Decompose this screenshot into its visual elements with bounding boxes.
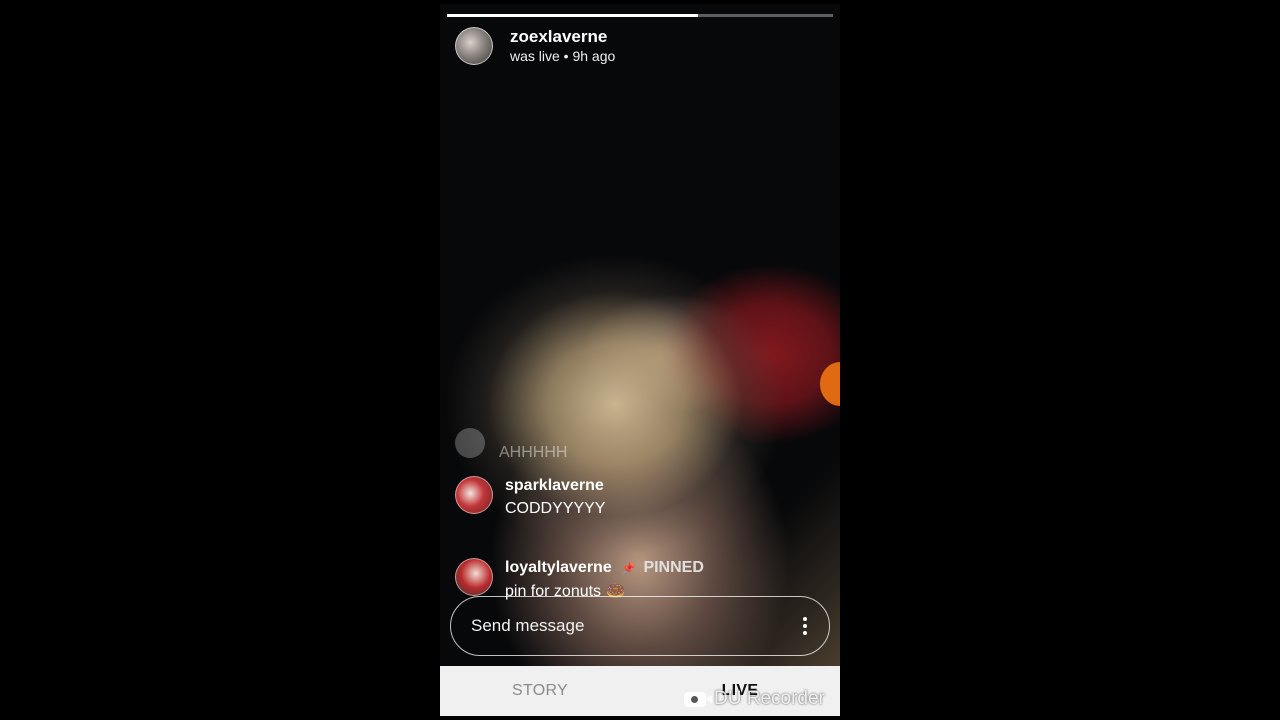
- comment-username[interactable]: loyaltylaverne: [505, 559, 612, 576]
- story-header[interactable]: zoexlaverne was live • 9h ago: [455, 27, 615, 65]
- video-camera-icon: [684, 691, 712, 707]
- comment-text: CODDYYYYY: [505, 500, 606, 517]
- comment-body: AHHHHH: [499, 436, 567, 464]
- comment-list: AHHHHH sparklaverne CODDYYYYY loyaltylav…: [455, 428, 825, 603]
- send-message-input[interactable]: Send message: [471, 616, 584, 636]
- live-replay-screen: zoexlaverne was live • 9h ago AHHHHH spa…: [440, 4, 840, 716]
- recorder-watermark: DU Recorder: [684, 688, 825, 710]
- vertical-dots-icon[interactable]: [803, 617, 807, 635]
- story-username[interactable]: zoexlaverne: [510, 27, 615, 47]
- comment-avatar: [455, 428, 485, 458]
- comment-item: sparklaverne CODDYYYYY: [455, 476, 825, 558]
- watermark-text: DU Recorder: [714, 688, 825, 709]
- comment-avatar[interactable]: [455, 476, 493, 514]
- pin-icon: 📌: [621, 563, 636, 575]
- comment-text: AHHHHH: [499, 444, 568, 461]
- tab-story[interactable]: STORY: [440, 682, 640, 700]
- comment-avatar[interactable]: [455, 558, 493, 596]
- pinned-label: PINNED: [643, 559, 704, 576]
- story-progress-fill: [447, 14, 698, 17]
- story-meta: zoexlaverne was live • 9h ago: [510, 27, 615, 65]
- story-progress-bar: [447, 14, 833, 17]
- comment-username[interactable]: sparklaverne: [505, 476, 605, 496]
- send-message-bar[interactable]: Send message: [450, 596, 830, 656]
- live-status: was live • 9h ago: [510, 48, 616, 64]
- comment-body: sparklaverne CODDYYYYY: [505, 476, 605, 520]
- comment-header: loyaltylaverne 📌 PINNED: [505, 558, 704, 579]
- avatar[interactable]: [455, 27, 493, 65]
- comment-item: AHHHHH: [455, 428, 825, 476]
